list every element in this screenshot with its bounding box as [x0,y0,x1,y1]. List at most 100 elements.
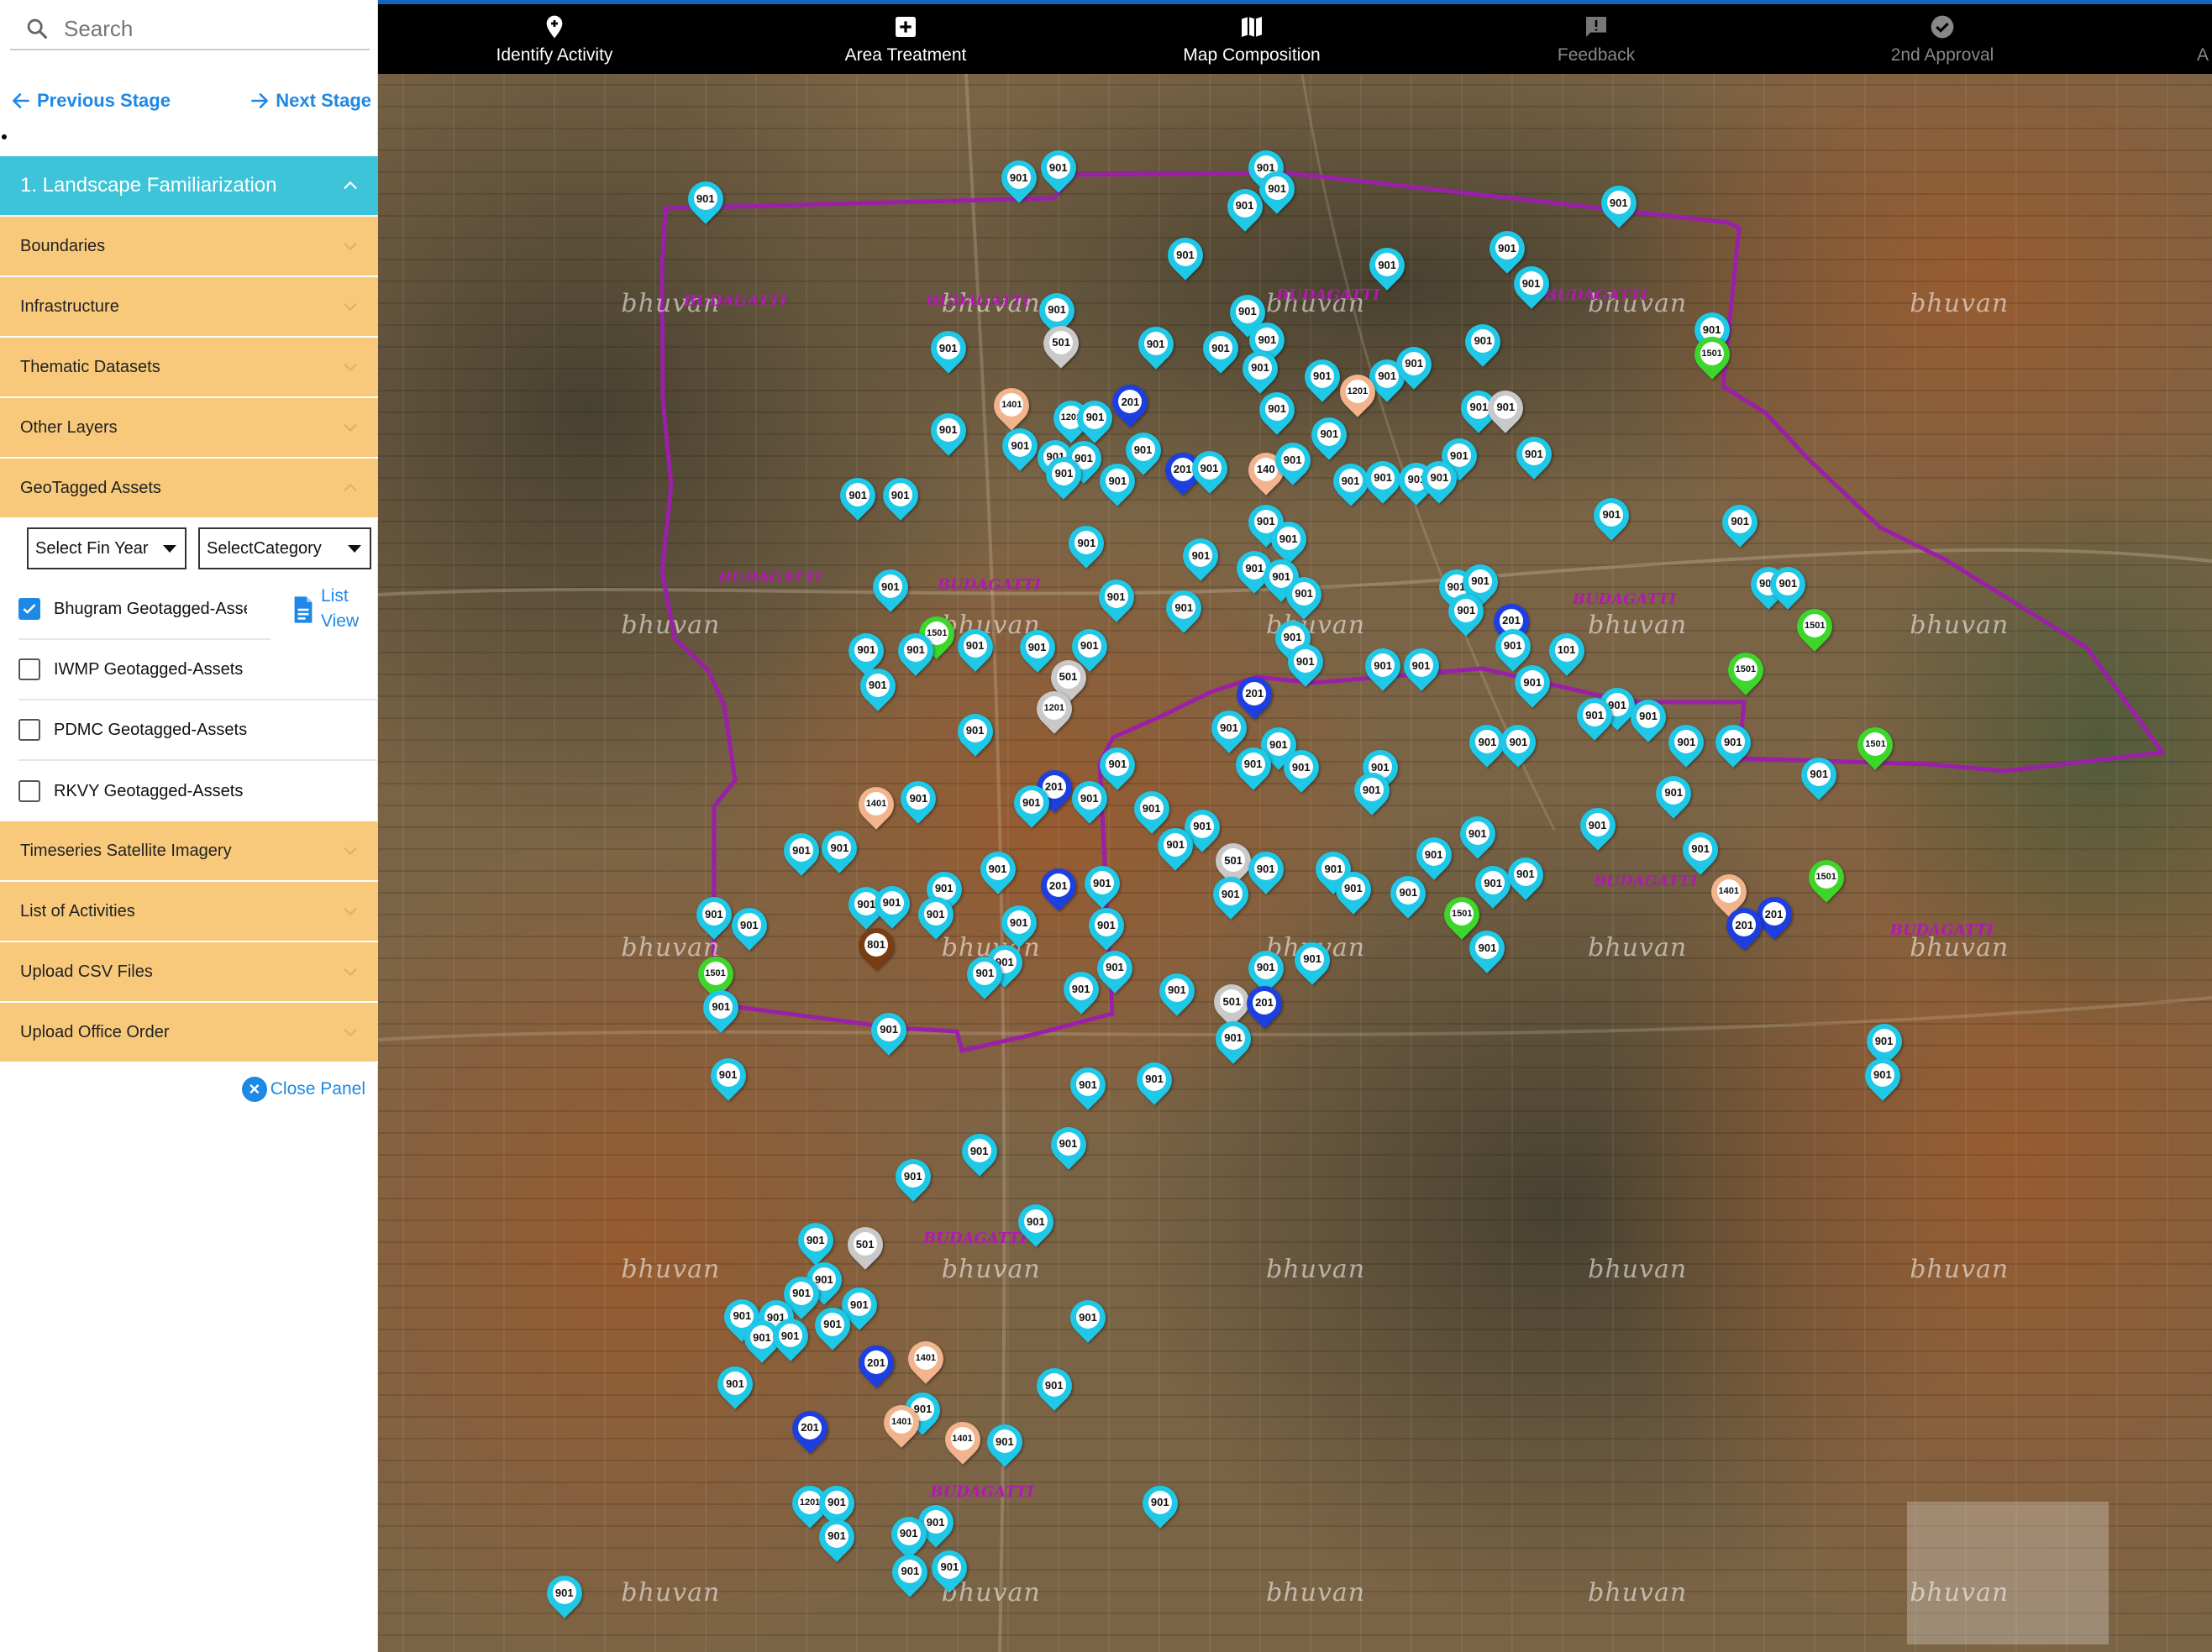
asset-marker[interactable]: 901 [1453,809,1503,865]
asset-marker[interactable]: 901 [875,470,926,527]
asset-marker[interactable]: 1501 [1800,852,1852,909]
asset-marker[interactable]: 501 [1036,317,1086,375]
fin-year-select[interactable]: Select Fin Year [27,527,187,569]
asset-marker[interactable]: 901 [893,774,944,830]
asset-marker[interactable]: 801 [851,920,901,977]
asset-marker[interactable]: 901 [1458,317,1509,373]
asset-marker[interactable]: 901 [1297,352,1348,408]
asset-marker[interactable]: 901 [1063,1293,1113,1349]
asset-marker[interactable]: 901 [776,826,827,882]
asset-marker[interactable]: 901 [1661,717,1712,774]
next-stage-link[interactable]: Next Stage [249,84,371,118]
asset-marker[interactable]: 901 [689,889,739,946]
asset-marker[interactable]: 901 [949,621,1001,678]
asset-marker[interactable]: 901 [1857,1050,1908,1107]
asset-marker[interactable]: 901 [1500,850,1551,906]
asset-option-pdmc[interactable]: PDMC Geotagged-Assets [18,700,378,761]
asset-marker[interactable]: 1201 [1029,684,1080,740]
asset-marker[interactable]: 901 [1347,765,1397,821]
asset-marker[interactable]: 1401 [851,779,901,836]
next-toolbar-button[interactable]: A [2197,4,2212,75]
asset-marker[interactable]: 1201 [1332,367,1383,423]
asset-marker[interactable]: 901 [1033,143,1084,199]
asset-marker[interactable]: 901 [1493,717,1544,774]
rkvy-checkbox[interactable] [18,780,40,802]
second-approval-button[interactable]: 2nd Approval [1816,4,2068,75]
asset-marker[interactable]: 901 [1135,1477,1185,1534]
asset-marker[interactable]: 901 [1011,622,1063,679]
identify-activity-button[interactable]: Identify Activity [428,4,680,75]
asset-marker[interactable]: 901 [1043,1120,1094,1176]
asset-marker[interactable]: 901 [1227,740,1279,796]
asset-marker[interactable]: 901 [1325,456,1376,512]
asset-marker[interactable]: 901 [1594,178,1644,234]
asset-marker[interactable]: 901 [1468,858,1518,915]
asset-marker[interactable]: 201 [1105,377,1156,433]
asset-marker[interactable]: 901 [1505,259,1557,315]
asset-marker[interactable]: 901 [807,1300,858,1356]
satellite-map[interactable]: bhuvan bhuvan bhuvan bhuvan bhuvan bhuvan bhuv… [378,74,2212,1652]
asset-marker[interactable]: 901 [1480,383,1532,439]
close-panel-button[interactable]: × Close Panel [241,1077,365,1102]
asset-marker[interactable]: 901 [1092,456,1143,512]
accordion-upload-office-order[interactable]: Upload Office Order [0,1003,378,1063]
asset-marker[interactable]: 901 [1708,717,1758,774]
asset-marker[interactable]: 901 [1090,572,1142,628]
asset-marker[interactable]: 901 [1287,935,1337,991]
asset-marker[interactable]: 901 [702,1050,754,1107]
asset-marker[interactable]: 901 [539,1568,590,1624]
asset-marker[interactable]: 901 [1241,844,1291,900]
asset-option-iwmp[interactable]: IWMP Geotagged-Assets [18,640,378,700]
asset-marker[interactable]: 501 [839,1219,891,1276]
asset-marker[interactable]: 901 [1276,742,1327,799]
asset-option-bhugram[interactable]: Bhugram Geotagged-Assets [18,580,271,640]
iwmp-checkbox[interactable] [18,658,40,680]
asset-marker[interactable]: 901 [696,983,746,1039]
asset-marker[interactable]: 201 [1719,900,1769,957]
bhugram-checkbox[interactable] [18,598,40,620]
asset-marker[interactable]: 901 [924,1543,975,1599]
accordion-boundaries[interactable]: Boundaries [0,217,378,277]
asset-marker[interactable]: 901 [1358,454,1408,510]
asset-marker[interactable]: 901 [710,1359,760,1415]
asset-marker[interactable]: 901 [1794,749,1844,806]
asset-marker[interactable]: 901 [923,406,974,462]
asset-marker[interactable]: 901 [1090,943,1140,999]
asset-marker[interactable]: 901 [764,1311,816,1367]
asset-marker[interactable]: 901 [1715,497,1765,553]
asset-marker[interactable]: 901 [972,844,1023,900]
asset-marker[interactable]: 901 [923,323,974,380]
asset-marker[interactable]: 901 [1569,690,1620,747]
asset-marker[interactable]: 901 [1441,586,1491,642]
asset-marker[interactable]: 901 [1029,1361,1080,1417]
asset-marker[interactable]: 901 [995,421,1046,477]
asset-marker[interactable]: 201 [785,1403,835,1460]
accordion-upload-csv[interactable]: Upload CSV Files [0,942,378,1003]
asset-marker[interactable]: 901 [1586,490,1637,547]
asset-marker[interactable]: 901 [1328,864,1379,920]
asset-option-rkvy[interactable]: RKVY Geotagged-Assets [18,761,378,821]
asset-marker[interactable]: 901 [1623,692,1673,748]
category-select[interactable]: SelectCategory [198,527,371,569]
asset-marker[interactable]: 901 [812,1512,862,1568]
accordion-other-layers[interactable]: Other Layers [0,398,378,459]
asset-marker[interactable]: 901 [1038,449,1090,506]
asset-marker[interactable]: 901 [980,1417,1030,1473]
asset-marker[interactable]: 901 [1362,240,1412,296]
asset-marker[interactable]: 901 [1648,768,1699,825]
asset-marker[interactable]: 901 [994,153,1044,209]
asset-marker[interactable]: 901 [1572,800,1623,857]
asset-marker[interactable]: 901 [1208,1014,1258,1070]
asset-marker[interactable]: 901 [1129,1054,1180,1111]
accordion-timeseries-imagery[interactable]: Timeseries Satellite Imagery [0,821,378,882]
previous-stage-link[interactable]: Previous Stage [10,84,171,118]
asset-marker[interactable]: 901 [680,174,731,230]
feedback-button[interactable]: Feedback [1470,4,1722,75]
asset-marker[interactable]: 901 [1462,923,1513,979]
asset-marker[interactable]: 901 [1280,637,1331,693]
asset-marker[interactable]: 901 [1130,319,1181,375]
asset-marker[interactable]: 901 [1304,410,1355,466]
asset-marker[interactable]: 901 [1252,164,1302,220]
asset-marker[interactable]: 901 [1383,868,1434,925]
asset-marker[interactable]: 901 [949,705,1001,763]
